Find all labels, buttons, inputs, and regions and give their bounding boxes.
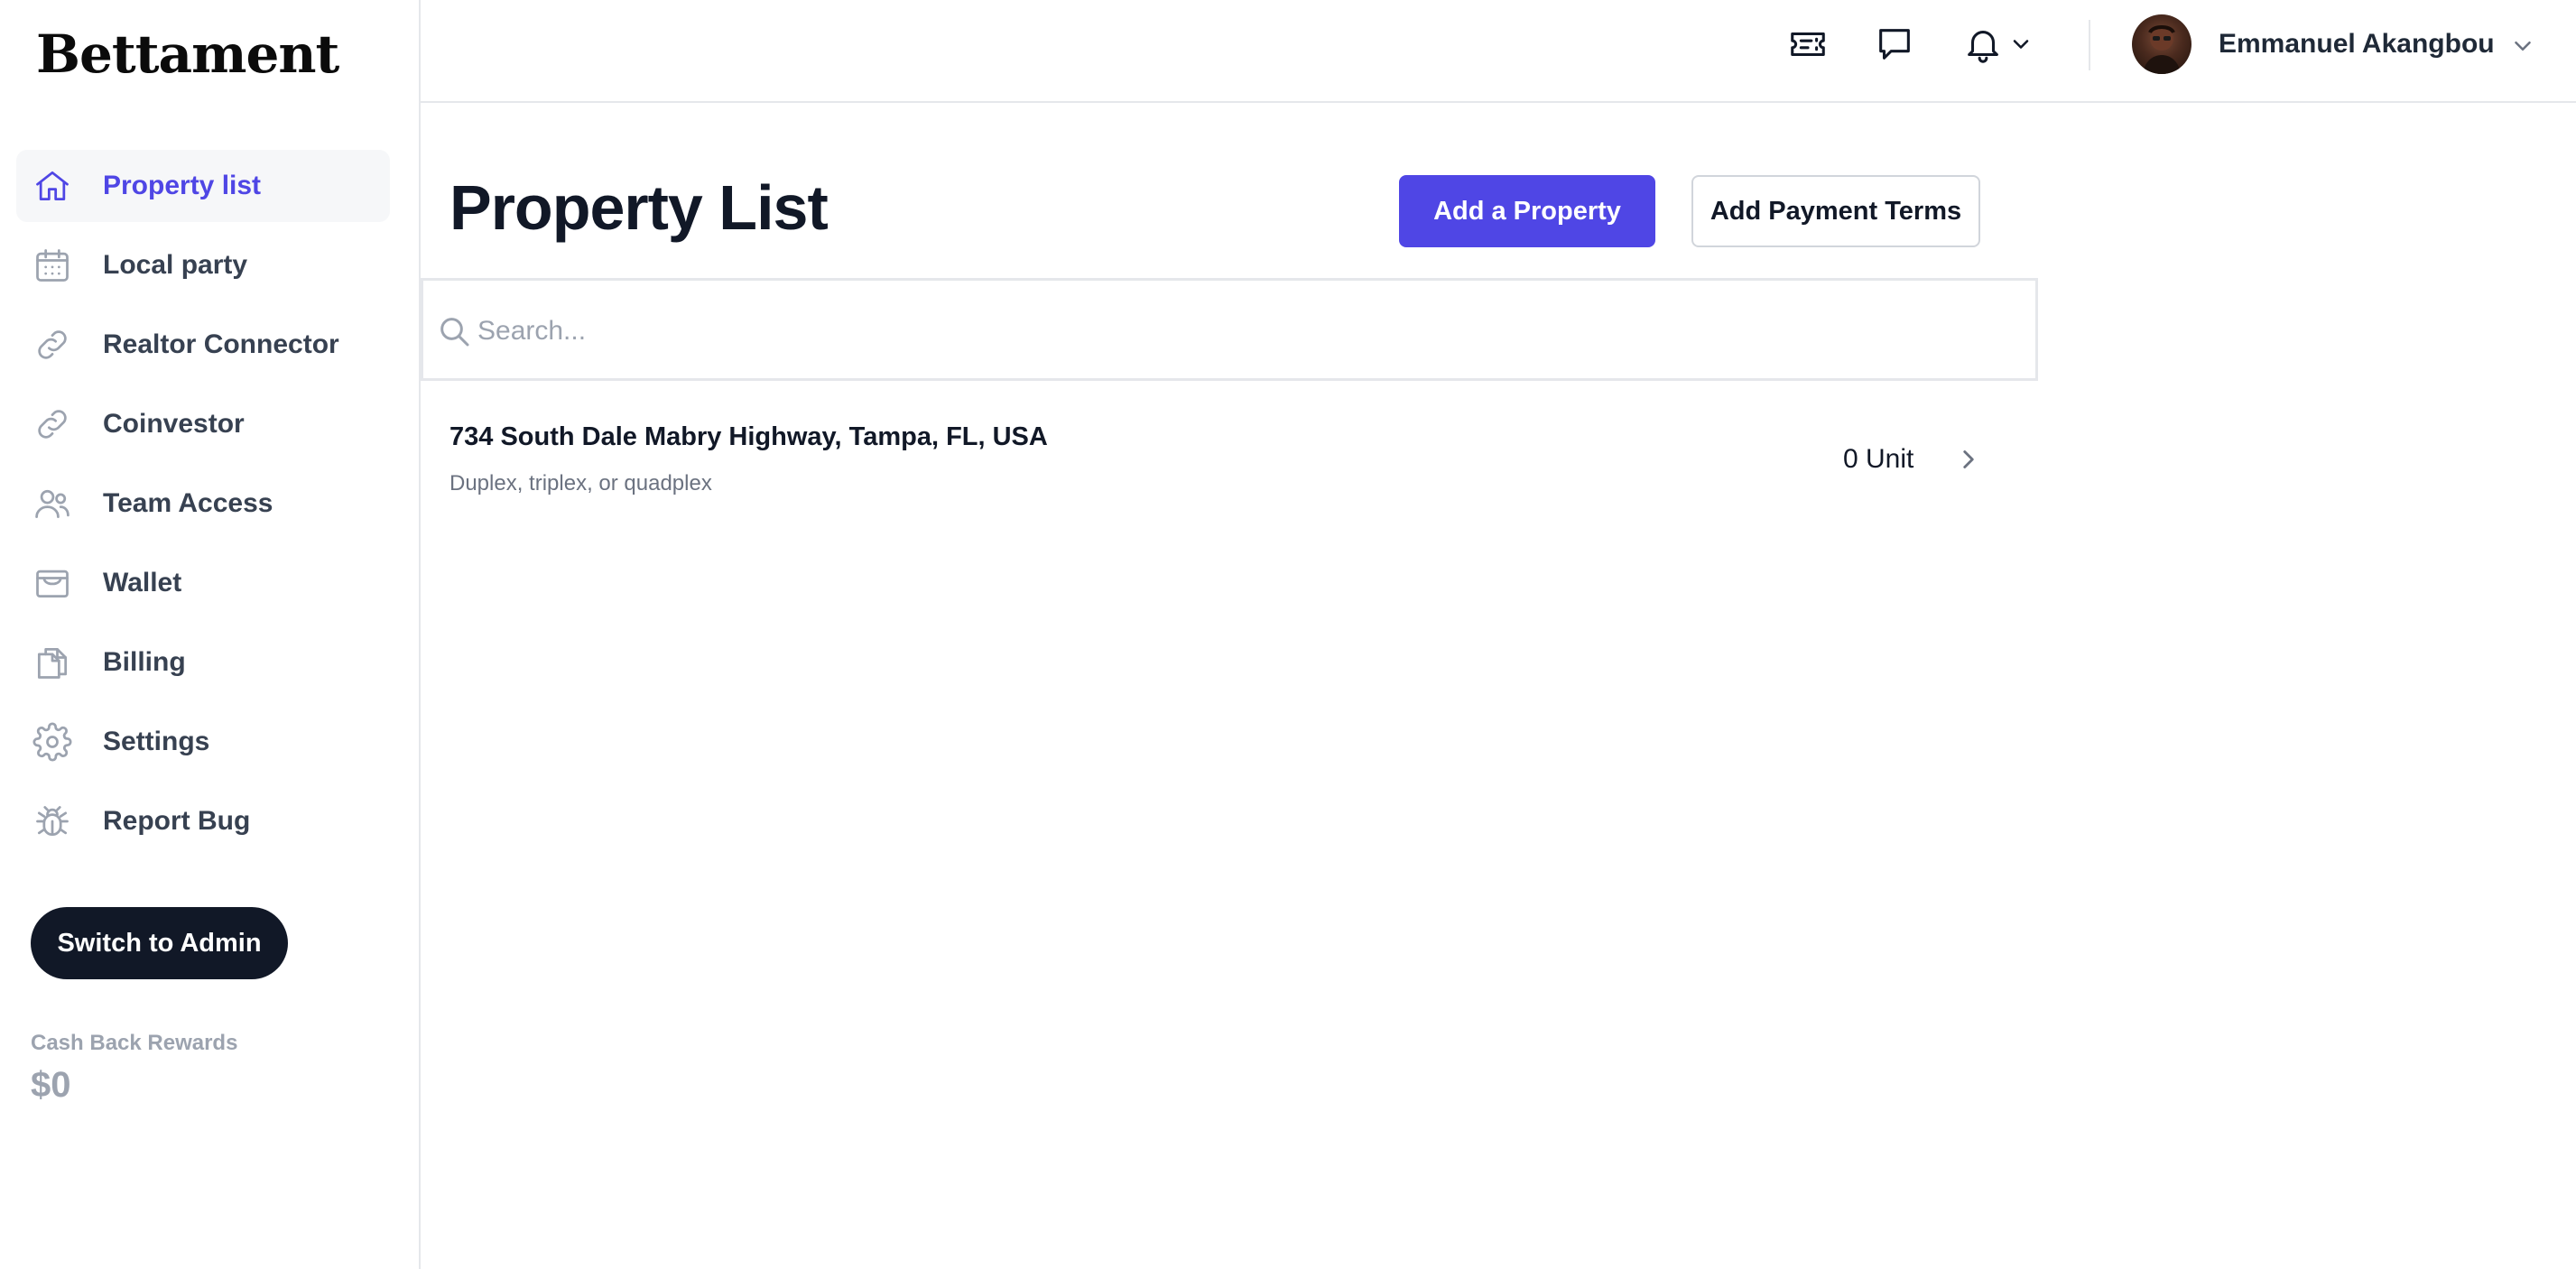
- link-icon: [32, 325, 72, 365]
- add-property-button[interactable]: Add a Property: [1399, 175, 1655, 247]
- sidebar-item-local-party[interactable]: Local party: [16, 229, 390, 301]
- switch-to-admin-button[interactable]: Switch to Admin: [31, 907, 288, 979]
- sidebar-item-label: Realtor Connector: [103, 329, 339, 359]
- users-icon: [32, 484, 72, 523]
- sidebar-item-property-list[interactable]: Property list: [16, 150, 390, 222]
- bug-icon: [32, 801, 72, 841]
- avatar[interactable]: [2132, 14, 2191, 74]
- app-root: Bettament Property list Local party Real…: [0, 0, 2576, 1269]
- cash-back-rewards-value: $0: [31, 1065, 71, 1105]
- chat-icon[interactable]: [1872, 22, 1917, 67]
- calendar-icon: [32, 245, 72, 285]
- sidebar-item-label: Property list: [103, 171, 262, 200]
- wallet-icon: [32, 563, 72, 603]
- bell-icon[interactable]: [1960, 22, 2006, 67]
- sidebar-item-label: Settings: [103, 727, 210, 756]
- document-icon: [32, 643, 72, 682]
- gear-icon: [32, 722, 72, 762]
- sidebar: Bettament Property list Local party Real…: [0, 0, 421, 1269]
- sidebar-item-coinvestor[interactable]: Coinvestor: [16, 388, 390, 460]
- sidebar-item-team-access[interactable]: Team Access: [16, 468, 390, 540]
- page-title: Property List: [449, 172, 829, 243]
- property-unit-count: 0 Unit: [1843, 444, 1914, 474]
- sidebar-item-settings[interactable]: Settings: [16, 706, 390, 778]
- search-bar: [421, 278, 2038, 381]
- property-address: 734 South Dale Mabry Highway, Tampa, FL,…: [449, 422, 1048, 451]
- top-bar: Emmanuel Akangbou: [421, 0, 2576, 103]
- sidebar-item-label: Team Access: [103, 488, 273, 518]
- link-icon: [32, 404, 72, 444]
- sidebar-item-wallet[interactable]: Wallet: [16, 547, 390, 619]
- chevron-right-icon[interactable]: [1953, 444, 1984, 475]
- add-payment-terms-button[interactable]: Add Payment Terms: [1691, 175, 1980, 247]
- sidebar-item-label: Wallet: [103, 568, 182, 597]
- sidebar-item-report-bug[interactable]: Report Bug: [16, 785, 390, 857]
- chevron-down-icon[interactable]: [2509, 32, 2536, 60]
- user-name[interactable]: Emmanuel Akangbou: [2219, 29, 2495, 60]
- property-list-item[interactable]: 734 South Dale Mabry Highway, Tampa, FL,…: [421, 397, 2038, 505]
- sidebar-item-billing[interactable]: Billing: [16, 626, 390, 699]
- sidebar-item-label: Local party: [103, 250, 248, 280]
- search-icon: [440, 318, 469, 347]
- brand-logo[interactable]: Bettament: [36, 23, 339, 85]
- search-input[interactable]: [477, 304, 2012, 358]
- sidebar-item-label: Coinvestor: [103, 409, 245, 439]
- cash-back-rewards-label: Cash Back Rewards: [31, 1031, 238, 1055]
- ticket-icon[interactable]: [1785, 22, 1830, 67]
- home-icon: [32, 166, 72, 206]
- sidebar-item-realtor-connector[interactable]: Realtor Connector: [16, 309, 390, 381]
- property-type: Duplex, triplex, or quadplex: [449, 471, 712, 496]
- chevron-down-icon[interactable]: [2006, 22, 2036, 67]
- sidebar-nav: Property list Local party Realtor Connec…: [16, 150, 390, 865]
- sidebar-item-label: Report Bug: [103, 806, 251, 836]
- header-divider: [2089, 20, 2090, 70]
- sidebar-item-label: Billing: [103, 647, 186, 677]
